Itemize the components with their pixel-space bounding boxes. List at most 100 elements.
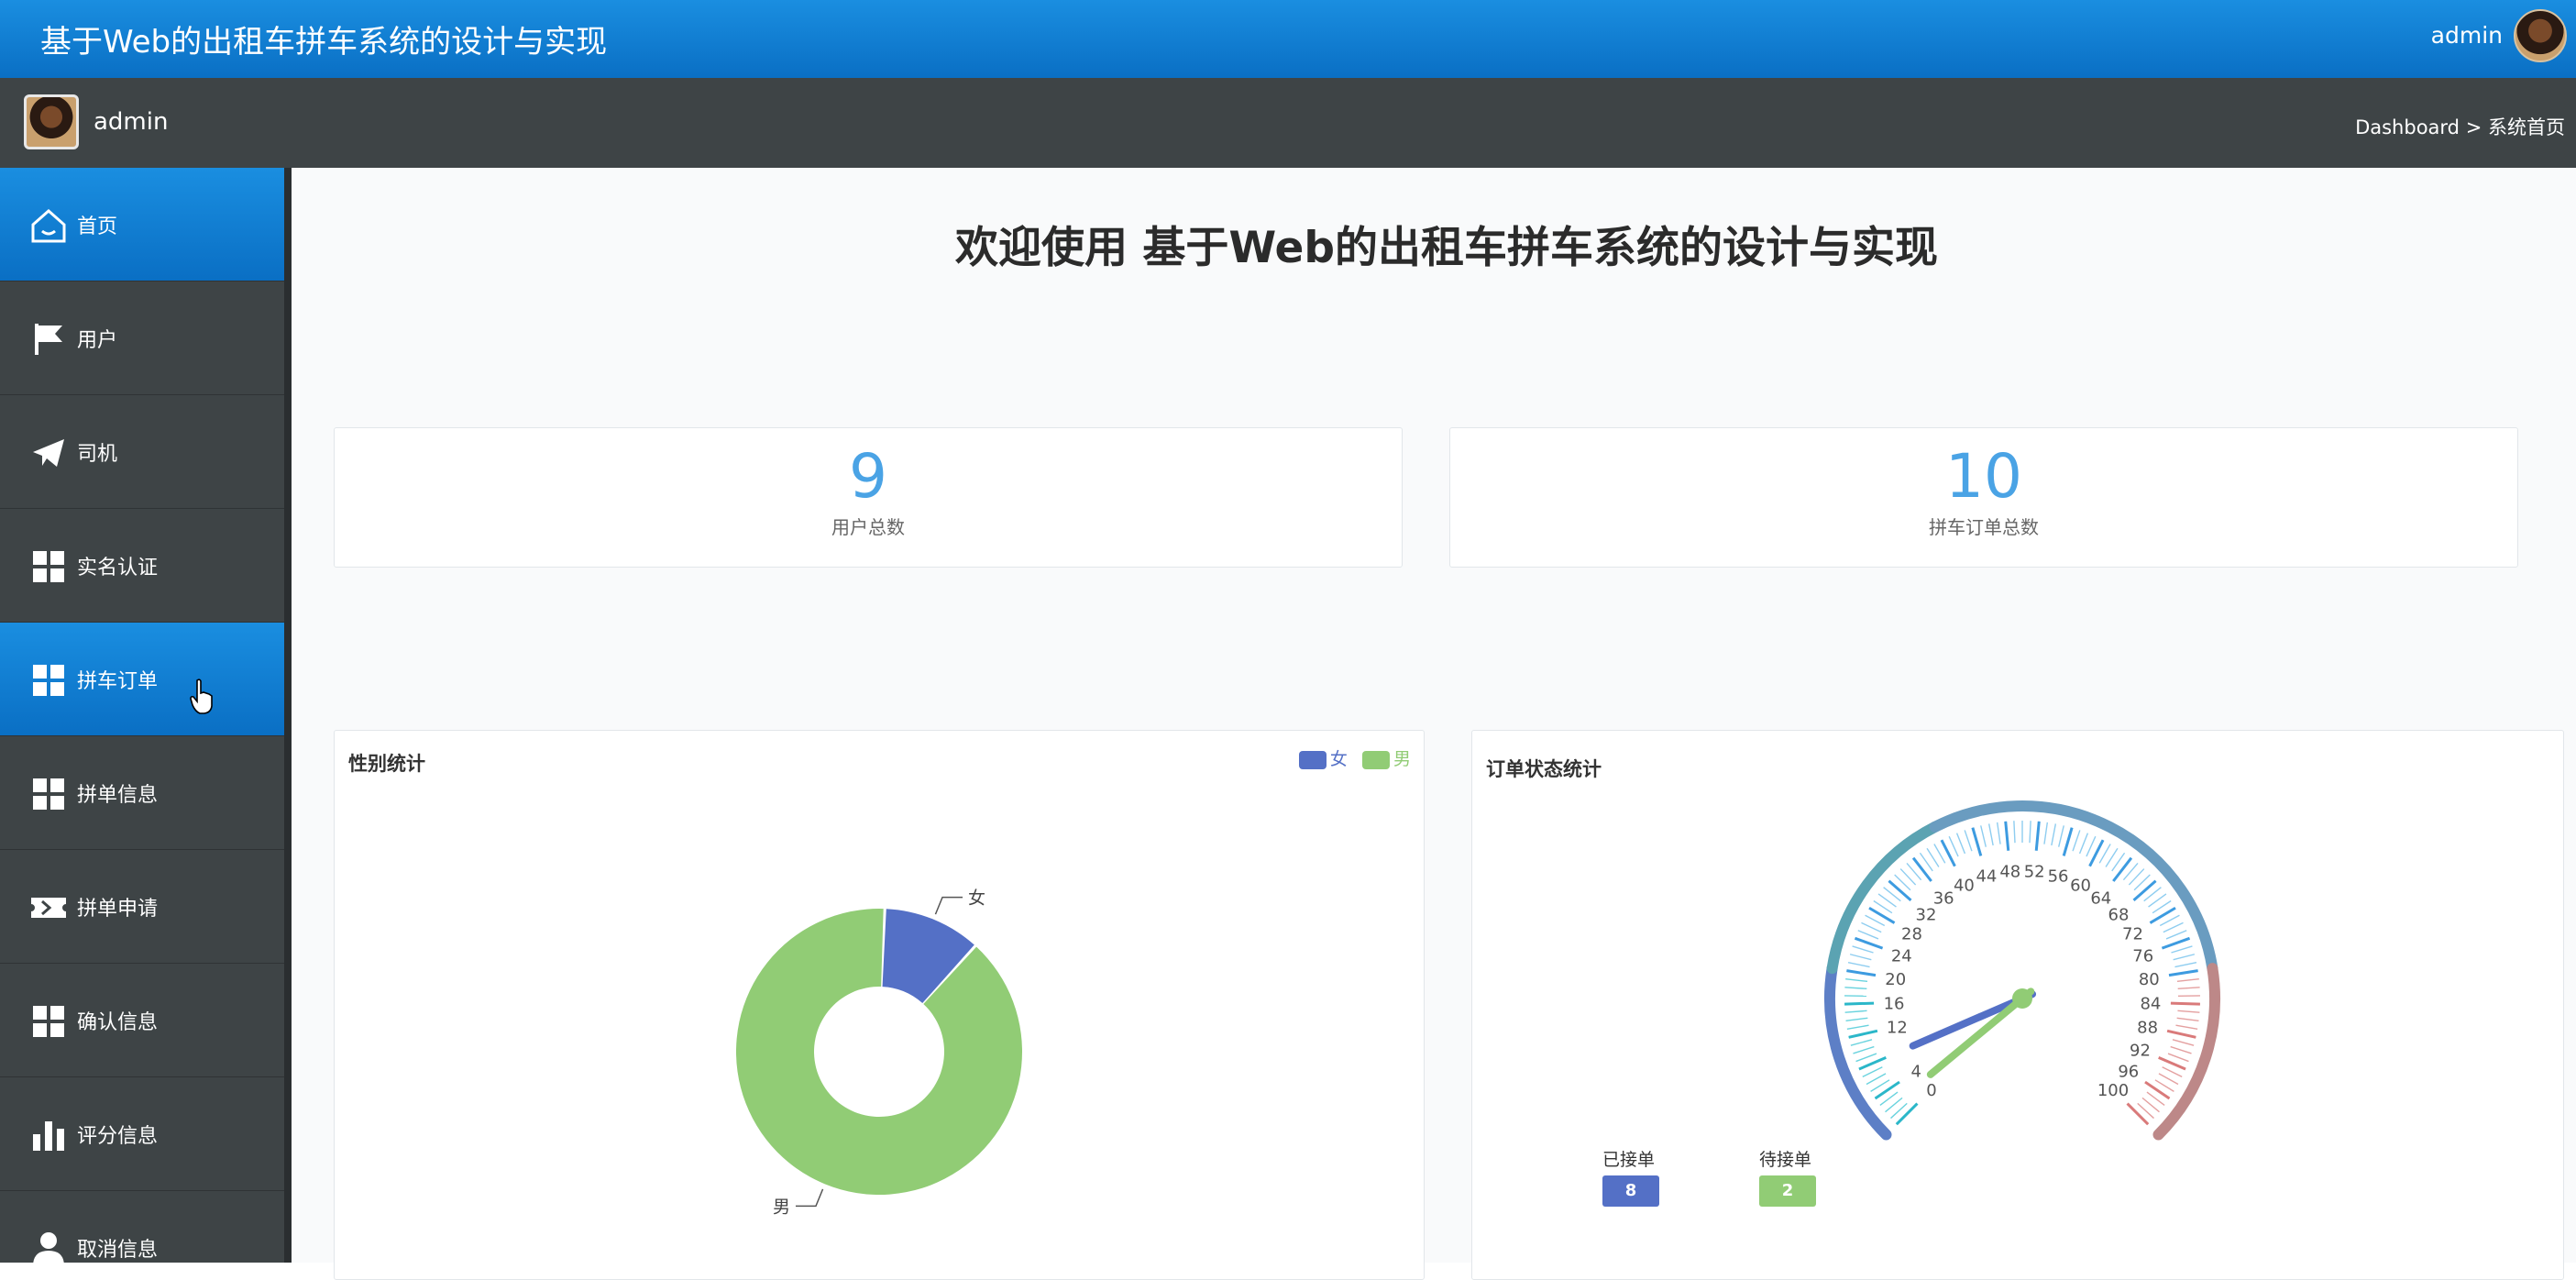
pie-label: 女 [968,888,985,909]
gauge-tick-label: 20 [1885,970,1906,989]
gauge-tick-label: 44 [1976,867,1997,887]
sidebar-item-pool-requests[interactable]: 拼单申请 [0,850,284,964]
stat-card-users: 9 用户总数 [334,427,1403,568]
gauge-major-tick [2006,822,2009,851]
gauge-tick-label: 72 [2122,925,2143,944]
sidebar-item-label: 拼车订单 [77,665,158,694]
sidebar-item-drivers[interactable]: 司机 [0,395,284,509]
gauge-major-tick [1876,1082,1899,1098]
stat-value: 9 [335,441,1402,512]
grid-icon [29,661,68,700]
gauge-minor-tick [1861,922,1881,932]
gauge-tick-label: 80 [2139,970,2160,989]
flag-icon [29,320,68,359]
sidebar-user-name: admin [94,108,168,136]
breadcrumb-separator: > [2466,116,2482,138]
sidebar-item-label: 首页 [77,210,117,239]
top-user-name[interactable]: admin [2431,22,2503,49]
gauge-major-tick [2169,971,2198,976]
sidebar-item-ratings[interactable]: 评分信息 [0,1077,284,1191]
welcome-heading: 欢迎使用 基于Web的出租车拼车系统的设计与实现 [292,212,2576,275]
gauge-minor-tick [2177,1018,2199,1021]
home-icon [29,206,68,245]
gauge-minor-tick [1927,848,1939,866]
gauge-minor-tick [1981,825,1987,846]
sidebar-item-home[interactable]: 首页 [0,168,284,281]
bar-chart-icon [29,1116,68,1154]
grid-icon [29,1002,68,1041]
sidebar-item-label: 拼单信息 [77,778,158,808]
sidebar-item-label: 司机 [77,437,117,467]
app-title: 基于Web的出租车拼车系统的设计与实现 [40,17,607,61]
sub-header: admin Dashboard > 系统首页 [0,78,2576,168]
gauge-minor-tick [2178,988,2200,989]
hand-cursor-icon [189,679,215,715]
gauge-minor-tick [1853,1047,1874,1054]
gauge-tick-label: 4 [1910,1063,1921,1082]
gauge-minor-tick [1856,1054,1877,1061]
gauge-minor-tick [1853,946,1874,953]
gauge-major-tick [1846,971,1876,976]
sidebar-item-carpool-orders[interactable]: 拼车订单 [0,623,284,736]
gauge-major-tick [2064,828,2072,856]
ticket-icon [29,888,68,927]
breadcrumb-current: 系统首页 [2488,116,2565,138]
gauge-tick-label: 100 [2097,1081,2129,1100]
sidebar-item-label: 拼单申请 [77,892,158,921]
gauge-center-pin [2012,988,2032,1009]
breadcrumb-root[interactable]: Dashboard [2355,116,2460,138]
sidebar-item-cancellations[interactable]: 取消信息 [0,1191,284,1263]
sidebar-item-pool-info[interactable]: 拼单信息 [0,736,284,850]
gauge-tick-label: 84 [2140,994,2161,1013]
sidebar-item-label: 确认信息 [77,1006,158,1035]
gauge-minor-tick [2177,979,2199,982]
gauge-major-tick [1849,1031,1877,1037]
gauge-minor-tick [2168,1054,2188,1061]
gauge-minor-tick [1989,823,1993,845]
gauge-tick-label: 36 [1933,888,1954,908]
grid-icon [29,775,68,813]
top-avatar[interactable] [2514,9,2567,62]
gauge-tick-label: 24 [1891,947,1912,966]
gauge-minor-tick [2086,836,2096,856]
gender-chart-panel: 性别统计 女 男 女男 [334,730,1425,1280]
gauge-minor-tick [2171,1047,2192,1054]
gauge-major-tick [2167,1031,2196,1037]
stat-value: 10 [1450,441,2517,512]
sidebar-item-users[interactable]: 用户 [0,281,284,395]
gauge-tick-label: 40 [1954,876,1975,895]
gauge-tick-label: 88 [2137,1019,2158,1038]
sidebar-item-verification[interactable]: 实名认证 [0,509,284,623]
gauge-minor-tick [1850,954,1871,960]
gauge-tick-label: 52 [2024,863,2045,882]
pie-slice-男[interactable] [736,909,1022,1195]
gauge-major-tick [2150,908,2175,922]
gauge-major-tick [1855,938,1882,948]
grid-icon [29,547,68,586]
gauge-minor-tick [1934,844,1945,863]
gauge-minor-tick [1851,1040,1872,1045]
gauge-major-tick [2113,858,2131,881]
status-badge-pending: 2 [1759,1175,1816,1207]
order-status-panel: 订单状态统计 041216202428323640444852566064687… [1471,730,2564,1280]
gauge-minor-tick [1863,1067,1883,1077]
gauge-minor-tick [2173,1040,2194,1045]
gauge-tick-label: 28 [1901,925,1922,944]
gauge-minor-tick [2166,931,2186,939]
gauge-minor-tick [2177,1010,2199,1012]
gauge-tick-label: 16 [1884,994,1905,1013]
sidebar-item-label: 实名认证 [77,551,158,580]
gauge-major-tick [1844,1003,1874,1004]
gauge-minor-tick [2014,821,2015,843]
pie-label: 男 [773,1197,790,1217]
sidebar: 首页 用户 司机 实名认证 拼车订单 拼单信息 [0,168,292,1263]
gauge-minor-tick [1866,1074,1886,1085]
gauge-minor-tick [2175,1025,2197,1029]
gauge-major-tick [1869,908,1895,922]
gauge-minor-tick [1846,1018,1868,1021]
gauge-major-tick [1913,858,1932,881]
sidebar-scrollbar[interactable] [284,168,292,1263]
gauge-tick-label: 92 [2130,1042,2151,1061]
gauge-tick-label: 96 [2118,1063,2139,1082]
sidebar-item-confirm-info[interactable]: 确认信息 [0,964,284,1077]
